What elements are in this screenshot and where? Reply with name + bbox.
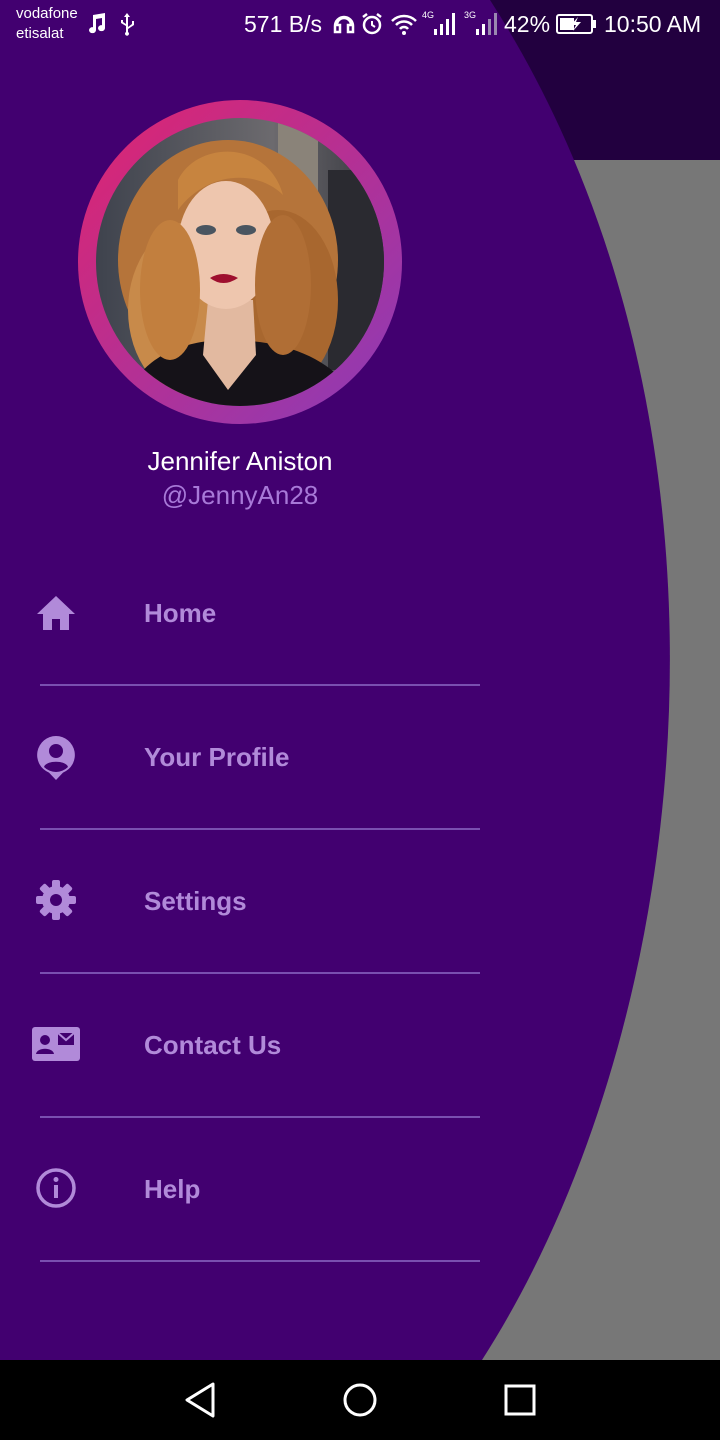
carrier-line-1: vodafone	[16, 5, 78, 22]
profile-icon	[30, 730, 82, 782]
home-icon	[30, 586, 82, 638]
menu-label-home: Home	[144, 598, 217, 628]
menu-item-your-profile[interactable]: Your Profile	[0, 686, 520, 830]
avatar[interactable]	[78, 100, 402, 424]
headphones-icon	[332, 12, 356, 41]
signal-3g-icon: 3G	[464, 9, 502, 42]
menu-label-contact-us: Contact Us	[144, 1030, 282, 1060]
menu-item-help[interactable]: Help	[0, 1118, 520, 1262]
menu-label-help: Help	[144, 1174, 201, 1204]
screen: vodafone etisalat 571 B/s 4G 3G 42% 10:5…	[0, 0, 720, 1440]
recents-square-icon[interactable]	[498, 1378, 542, 1422]
carrier-line-2: etisalat	[16, 25, 64, 42]
menu-label-settings: Settings	[144, 886, 247, 916]
status-bar: vodafone etisalat 571 B/s 4G 3G 42% 10:5…	[0, 0, 720, 48]
home-circle-icon[interactable]	[338, 1378, 382, 1422]
network-4g-label: 4G	[422, 10, 434, 20]
menu-label-your-profile: Your Profile	[144, 742, 290, 772]
menu-item-contact-us[interactable]: Contact Us	[0, 974, 520, 1118]
navigation-bar	[0, 1360, 720, 1440]
user-handle: @JennyAn28	[161, 480, 319, 510]
network-3g-label: 3G	[464, 10, 476, 20]
carrier-info: vodafone etisalat	[16, 4, 78, 44]
battery-percent: 42%	[504, 11, 551, 37]
network-speed: 571 B/s	[244, 11, 322, 37]
user-name: Jennifer Aniston	[147, 446, 333, 476]
menu-item-home[interactable]: Home	[0, 542, 520, 686]
info-icon	[30, 1162, 82, 1214]
signal-4g-icon: 4G	[422, 9, 460, 42]
battery-charging-icon	[556, 13, 598, 40]
usb-icon	[118, 12, 136, 41]
contact-card-icon	[30, 1018, 82, 1070]
gear-icon	[30, 874, 82, 926]
wifi-icon	[390, 12, 418, 41]
alarm-icon	[360, 12, 384, 41]
clock: 10:50 AM	[604, 11, 702, 37]
menu-item-settings[interactable]: Settings	[0, 830, 520, 974]
back-triangle-icon[interactable]	[178, 1378, 222, 1422]
music-note-icon	[86, 12, 108, 41]
menu-divider	[40, 1260, 480, 1262]
navigation-drawer: Jennifer Aniston @JennyAn28 Home Your Pr…	[0, 0, 720, 1360]
